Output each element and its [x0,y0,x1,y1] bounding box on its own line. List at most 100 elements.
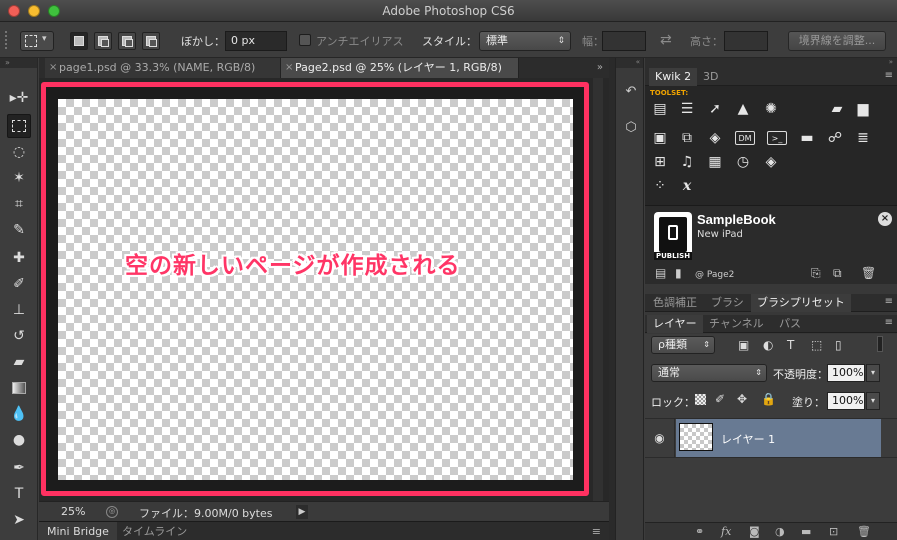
antialias-checkbox[interactable] [299,34,311,46]
tab-layers[interactable]: レイヤー [647,315,703,333]
tab-brush[interactable]: ブラシ [705,294,750,312]
tab-adjustments[interactable]: 色調補正 [647,294,703,312]
collapse-icon[interactable]: » [5,58,10,68]
layer-filter-dropdown[interactable]: ρ種類 ⇕ [651,336,715,354]
history-panel-icon[interactable]: ↶ [621,84,641,104]
add-icon[interactable]: ⊞ [650,153,670,171]
dodge-tool[interactable]: ● [7,428,31,452]
delete-layer-icon[interactable]: 🗑 [857,525,871,538]
filter-shape-icon[interactable]: ⬚ [811,338,822,352]
filter-pixel-icon[interactable]: ▣ [738,338,749,352]
status-menu-arrow-icon[interactable]: ▶ [296,505,308,519]
tab-channels[interactable]: チャンネル [703,315,770,333]
blend-mode-dropdown[interactable]: 通常 ⇕ [651,364,767,382]
music-icon[interactable]: ♫ [677,153,697,171]
filter-toggle-switch[interactable] [877,336,883,352]
type-tool[interactable]: T [7,482,31,506]
new-selection-button[interactable] [70,32,88,50]
lock-transparency-icon[interactable] [695,394,706,405]
loader-icon[interactable]: ⁘ [650,177,670,195]
visibility-eye-icon[interactable]: ◉ [645,419,675,457]
filter-adjustment-icon[interactable]: ◐ [763,338,773,352]
subtract-from-selection-button[interactable] [118,32,136,50]
dock-collapse-icon[interactable]: « [616,58,643,68]
chat-icon[interactable]: ☍ [825,129,845,147]
tab-page2[interactable]: × Page2.psd @ 25% (レイヤー 1, RGB/8) [281,58,519,78]
3d-panel-icon[interactable]: ⬡ [621,120,641,140]
lock-all-icon[interactable]: 🔒 [761,392,776,406]
options-bar-grip[interactable] [4,30,8,50]
copy-page-icon[interactable]: ⎘ [811,266,821,281]
filter-smart-object-icon[interactable]: ▯ [835,338,842,352]
layer-row-selected[interactable]: レイヤー 1 [676,419,881,457]
tab-brush-presets[interactable]: ブラシプリセット [751,294,851,312]
refine-edge-button[interactable]: 境界線を調整... [788,31,886,51]
lock-pixels-icon[interactable]: ✐ [715,392,725,406]
feather-input[interactable]: 0 px [225,31,287,51]
tools-panel-header[interactable]: » [0,58,37,68]
dm-icon[interactable]: DM [735,131,755,145]
move-icon[interactable]: ◈ [705,129,725,147]
brush-tool[interactable]: ✐ [7,272,31,296]
tab-paths[interactable]: パス [773,315,807,333]
gradient-tool[interactable] [7,376,31,400]
stack-icon[interactable]: ≣ [853,129,873,147]
adjustment-layer-icon[interactable]: ◑ [775,525,785,538]
layer-row[interactable]: ◉ レイヤー 1 [645,418,897,458]
crop-tool[interactable]: ⌗ [7,192,31,216]
tool-preset-picker[interactable]: ▾ [20,31,54,51]
opacity-dropdown-button[interactable]: ▾ [866,364,880,382]
list-icon[interactable]: ☰ [677,100,697,118]
pointer-icon[interactable]: ➚ [705,100,725,118]
rectangular-marquee-tool[interactable] [7,114,31,138]
close-tab-icon[interactable]: × [285,58,293,78]
panel-menu-icon[interactable]: ≡ [592,525,601,538]
close-tab-icon[interactable]: × [49,58,57,78]
panel-menu-icon[interactable]: ≡ [885,296,893,307]
pen-tool[interactable]: ✒ [7,456,31,480]
style-dropdown[interactable]: 標準 ⇕ [479,31,571,51]
page-list-icon[interactable]: ▤ [655,266,666,280]
link-layers-icon[interactable]: ⚭ [695,525,704,538]
variable-icon[interactable]: x [677,177,697,195]
filter-type-icon[interactable]: T [787,338,794,352]
lasso-tool[interactable]: ◌ [7,140,31,164]
tab-overflow-icon[interactable]: » [597,62,603,73]
video-icon[interactable]: ▦ [705,153,725,171]
close-project-icon[interactable]: × [878,212,892,226]
tab-3d[interactable]: 3D [697,68,724,86]
blur-tool[interactable]: 💧 [7,402,31,426]
add-to-selection-button[interactable] [94,32,112,50]
publish-label[interactable]: PUBLISH [654,252,692,260]
dock-collapse-icon[interactable]: » [645,58,897,68]
console-icon[interactable]: >_ [767,131,787,145]
eyedropper-tool[interactable]: ✎ [7,218,31,242]
new-group-icon[interactable]: ▬ [801,525,811,538]
magic-wand-tool[interactable]: ✶ [7,166,31,190]
page-icon[interactable]: ▤ [650,100,670,118]
intersect-selection-button[interactable] [142,32,160,50]
opacity-input[interactable]: 100% [827,364,865,382]
tab-timeline[interactable]: タイムライン [114,522,195,540]
add-folder-icon[interactable]: ▰ [827,100,847,118]
eraser-tool[interactable]: ▰ [7,350,31,374]
history-brush-tool[interactable]: ↺ [7,324,31,348]
width-input[interactable] [602,31,646,51]
folder-icon[interactable]: ▆ [853,100,873,118]
path-selection-tool[interactable]: ➤ [7,508,31,532]
layer-name[interactable]: レイヤー 1 [721,431,775,447]
image-icon[interactable]: ▣ [650,129,670,147]
move-tool[interactable]: ▸✛ [7,86,31,110]
new-layer-icon[interactable]: ⊡ [829,525,838,538]
rocket-icon[interactable]: ▲ [733,100,753,118]
layer-style-icon[interactable]: fx [721,525,731,538]
page-nav-icon[interactable]: ▮ [675,266,682,280]
card-icon[interactable]: ▬ [797,129,817,147]
timer-icon[interactable]: ◷ [733,153,753,171]
tab-page1[interactable]: × page1.psd @ 33.3% (NAME, RGB/8) [45,58,281,78]
duplicate-page-icon[interactable]: ⧉ [833,266,842,281]
add-mask-icon[interactable]: ◙ [749,525,760,538]
panel-menu-icon[interactable]: ≡ [885,317,893,328]
swap-dimensions-icon[interactable]: ⇄ [660,32,672,48]
tab-kwik[interactable]: Kwik 2 [649,68,698,86]
